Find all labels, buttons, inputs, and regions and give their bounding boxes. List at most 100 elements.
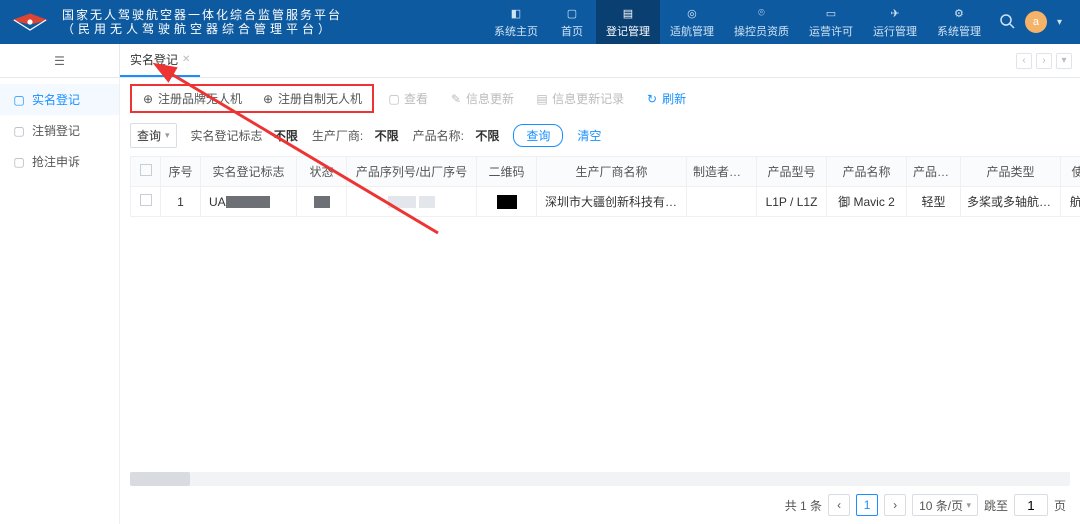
scrollbar-thumb[interactable]	[130, 472, 190, 486]
sidebar-item-deregister[interactable]: ▢ 注销登记	[0, 115, 119, 146]
tab-prev[interactable]: ‹	[1016, 53, 1032, 69]
toolbar: ⊕注册品牌无人机 ⊕注册自制无人机 ▢查看 ✎信息更新 ▤信息更新记录 ↻刷新	[120, 78, 1080, 119]
pager-page-1[interactable]: 1	[856, 494, 878, 516]
nav-pilot[interactable]: ⌾操控员资质	[724, 0, 799, 44]
nav-register[interactable]: ▤登记管理	[596, 0, 660, 44]
filter-vendor-value[interactable]: 不限	[375, 127, 399, 144]
clear-button[interactable]: 清空	[577, 127, 601, 144]
col-serial: 产品序列号/出厂序号	[347, 157, 477, 187]
col-ptype: 产品类型	[961, 157, 1061, 187]
cell-index: 1	[161, 187, 201, 217]
app-header: 国家无人驾驶航空器一体化综合监管服务平台 （民用无人驾驶航空器综合管理平台） ◧…	[0, 0, 1080, 44]
sidebar-item-appeal[interactable]: ▢ 抢注申诉	[0, 146, 119, 177]
redacted	[388, 196, 416, 208]
col-model: 产品型号	[757, 157, 827, 187]
pager-next[interactable]: ›	[884, 494, 906, 516]
col-status: 状态	[297, 157, 347, 187]
cell-ptype: 多桨或多轴航空器	[961, 187, 1061, 217]
table-wrap: 序号 实名登记标志 状态 产品序列号/出厂序号 二维码 生产厂商名称 制造者姓名…	[120, 156, 1080, 472]
highlight-box: ⊕注册品牌无人机 ⊕注册自制无人机	[130, 84, 374, 113]
tab-more[interactable]: ▾	[1056, 53, 1072, 69]
table-row[interactable]: 1 UA 深圳市大疆创新科技有限公司 L1P / L1Z 御 Mavic 2 轻…	[131, 187, 1080, 217]
nav-operation[interactable]: ✈运行管理	[863, 0, 927, 44]
pagination: 共 1 条 ‹ 1 › 10 条/页 ▾ 跳至 页	[120, 486, 1080, 524]
search-button[interactable]: 查询	[513, 124, 563, 147]
redacted	[226, 196, 270, 208]
nav-index[interactable]: ▢首页	[548, 0, 596, 44]
pager-total: 共 1 条	[785, 497, 822, 514]
tab-bar: ☰ 实名登记 ✕ ‹ › ▾	[0, 44, 1080, 78]
sidebar-item-label: 抢注申诉	[32, 153, 80, 170]
nav-license[interactable]: ▭运营许可	[799, 0, 863, 44]
select-all-checkbox[interactable]	[140, 164, 152, 176]
list-icon: ▤	[536, 93, 548, 105]
tab-next[interactable]: ›	[1036, 53, 1052, 69]
chevron-down-icon: ▾	[165, 130, 170, 141]
tab-realname[interactable]: 实名登记 ✕	[120, 44, 200, 77]
cell-qr	[477, 187, 537, 217]
pager-page-suffix: 页	[1054, 497, 1066, 514]
col-index: 序号	[161, 157, 201, 187]
file-icon: ▢	[388, 93, 400, 105]
settings-icon: ⚙	[951, 5, 967, 21]
view-button[interactable]: ▢查看	[380, 87, 436, 110]
col-pname: 产品名称	[827, 157, 907, 187]
pager-jump-input[interactable]	[1014, 494, 1048, 516]
pager-prev[interactable]: ‹	[828, 494, 850, 516]
cell-status	[297, 187, 347, 217]
chevron-down-icon[interactable]: ▾	[1057, 17, 1062, 28]
plus-icon: ⊕	[262, 93, 274, 105]
edit-icon: ✎	[450, 93, 462, 105]
filter-row: 查询▾ 实名登记标志 不限 生产厂商: 不限 产品名称: 不限 查询 清空	[120, 119, 1080, 156]
filter-vendor-label: 生产厂商:	[312, 127, 363, 144]
filter-pname-label: 产品名称:	[413, 127, 464, 144]
cell-flag: UA	[201, 187, 297, 217]
nav-airworthiness[interactable]: ◎适航管理	[660, 0, 724, 44]
cell-vendor: 深圳市大疆创新科技有限公司	[537, 187, 687, 217]
app-logo: 国家无人驾驶航空器一体化综合监管服务平台 （民用无人驾驶航空器综合管理平台）	[10, 8, 342, 36]
refresh-button[interactable]: ↻刷新	[638, 87, 694, 110]
filter-pname-value[interactable]: 不限	[475, 127, 499, 144]
hamburger-icon: ☰	[54, 54, 65, 68]
sidebar-item-label: 注销登记	[32, 122, 80, 139]
people-icon: ⌾	[753, 5, 769, 21]
col-flag: 实名登记标志	[201, 157, 297, 187]
row-checkbox[interactable]	[140, 194, 152, 206]
info-history-button[interactable]: ▤信息更新记录	[528, 87, 632, 110]
filter-flag-value[interactable]: 不限	[274, 127, 298, 144]
main-content: ⊕注册品牌无人机 ⊕注册自制无人机 ▢查看 ✎信息更新 ▤信息更新记录 ↻刷新 …	[120, 78, 1080, 524]
sidebar-item-realname[interactable]: ▢ 实名登记	[0, 84, 119, 115]
horizontal-scrollbar[interactable]	[130, 472, 1070, 486]
radar-icon: ◎	[684, 5, 700, 21]
register-icon: ▤	[620, 5, 636, 21]
logo-icon	[10, 10, 50, 34]
cell-serial	[347, 187, 477, 217]
doc-icon: ▢	[12, 124, 26, 138]
nav-home[interactable]: ◧系统主页	[484, 0, 548, 44]
register-brand-button[interactable]: ⊕注册品牌无人机	[134, 87, 250, 110]
table-header-row: 序号 实名登记标志 状态 产品序列号/出厂序号 二维码 生产厂商名称 制造者姓名…	[131, 157, 1080, 187]
col-usage: 使用用途	[1061, 157, 1080, 187]
col-qr: 二维码	[477, 157, 537, 187]
pager-jump-label: 跳至	[984, 497, 1008, 514]
qr-thumb	[497, 195, 517, 209]
nav-system[interactable]: ⚙系统管理	[927, 0, 991, 44]
header-title-2: （民用无人驾驶航空器综合管理平台）	[62, 22, 342, 36]
col-category: 产品类别	[907, 157, 961, 187]
doc-icon: ▢	[12, 155, 26, 169]
sidebar: ▢ 实名登记 ▢ 注销登记 ▢ 抢注申诉	[0, 78, 120, 524]
sidebar-item-label: 实名登记	[32, 91, 80, 108]
plus-icon: ⊕	[142, 93, 154, 105]
search-icon[interactable]	[999, 13, 1015, 32]
register-self-button[interactable]: ⊕注册自制无人机	[254, 87, 370, 110]
info-update-button[interactable]: ✎信息更新	[442, 87, 522, 110]
cell-maker	[687, 187, 757, 217]
home-icon: ◧	[508, 5, 524, 21]
query-dropdown[interactable]: 查询▾	[130, 123, 177, 148]
license-icon: ▭	[823, 5, 839, 21]
menu-toggle[interactable]: ☰	[0, 44, 120, 77]
cell-usage: 航拍,测绘	[1061, 187, 1080, 217]
pager-size[interactable]: 10 条/页 ▾	[912, 494, 978, 516]
tab-close-icon[interactable]: ✕	[182, 54, 190, 65]
avatar[interactable]: a	[1025, 11, 1047, 33]
